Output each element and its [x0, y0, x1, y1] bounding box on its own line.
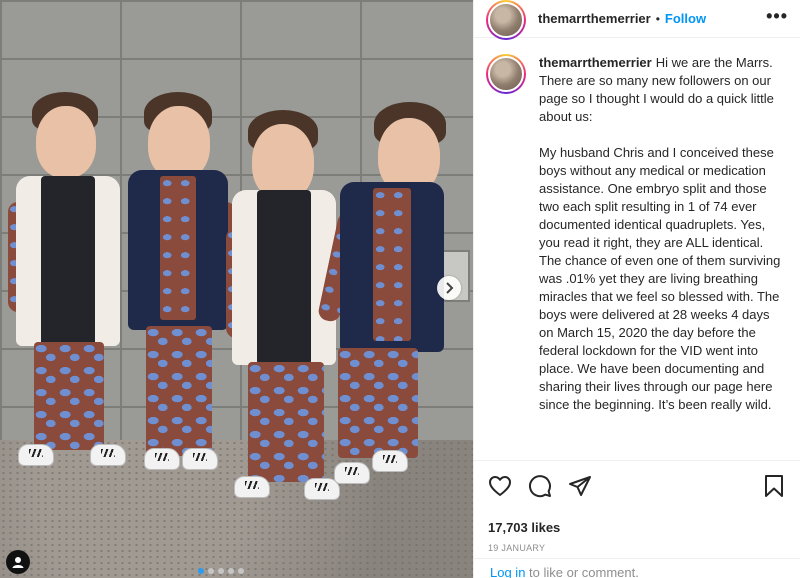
avatar[interactable] — [486, 54, 526, 94]
bookmark-icon — [765, 475, 783, 497]
carousel-dot — [208, 568, 214, 574]
paper-plane-icon — [569, 476, 591, 496]
user-tag-icon — [12, 557, 24, 568]
login-prompt: Log in to like or comment. — [474, 558, 800, 578]
comment-button[interactable] — [528, 474, 552, 498]
tagged-users-button[interactable] — [6, 550, 30, 574]
login-link[interactable]: Log in — [490, 565, 525, 578]
child-figure — [316, 102, 450, 502]
caption-body: Hi we are the Marrs. There are so many n… — [539, 55, 781, 412]
carousel-dot — [228, 568, 234, 574]
comment-icon — [529, 475, 551, 498]
heart-icon — [489, 476, 511, 496]
caption-username-link[interactable]: themarrthemerrier — [539, 55, 652, 70]
like-count[interactable]: 17,703 likes — [488, 520, 786, 535]
separator-dot: • — [655, 11, 660, 26]
child-figure — [118, 92, 238, 492]
carousel-dot — [238, 568, 244, 574]
post-photo[interactable] — [0, 0, 473, 578]
post-header: themarrthemerrier • Follow ••• — [474, 0, 800, 40]
caption-section: themarrthemerrier Hi we are the Marrs. Th… — [474, 38, 800, 458]
save-button[interactable] — [762, 474, 786, 498]
share-button[interactable] — [568, 474, 592, 498]
post-date[interactable]: 19 JANUARY — [488, 543, 786, 553]
chevron-right-icon — [446, 282, 454, 294]
follow-button[interactable]: Follow — [665, 11, 706, 26]
more-options-button[interactable]: ••• — [766, 7, 788, 25]
login-suffix: to like or comment. — [525, 565, 639, 578]
carousel-dot — [218, 568, 224, 574]
carousel-dot — [198, 568, 204, 574]
child-figure — [8, 92, 128, 492]
carousel-indicator — [198, 568, 244, 574]
action-bar: 17,703 likes 19 JANUARY — [474, 460, 800, 572]
post-sidebar: themarrthemerrier • Follow ••• themarrth… — [473, 0, 800, 578]
username-link[interactable]: themarrthemerrier — [538, 11, 651, 26]
like-button[interactable] — [488, 474, 512, 498]
avatar[interactable] — [486, 0, 526, 40]
carousel-next-button[interactable] — [437, 276, 461, 300]
caption: themarrthemerrier Hi we are the Marrs. Th… — [539, 54, 787, 458]
